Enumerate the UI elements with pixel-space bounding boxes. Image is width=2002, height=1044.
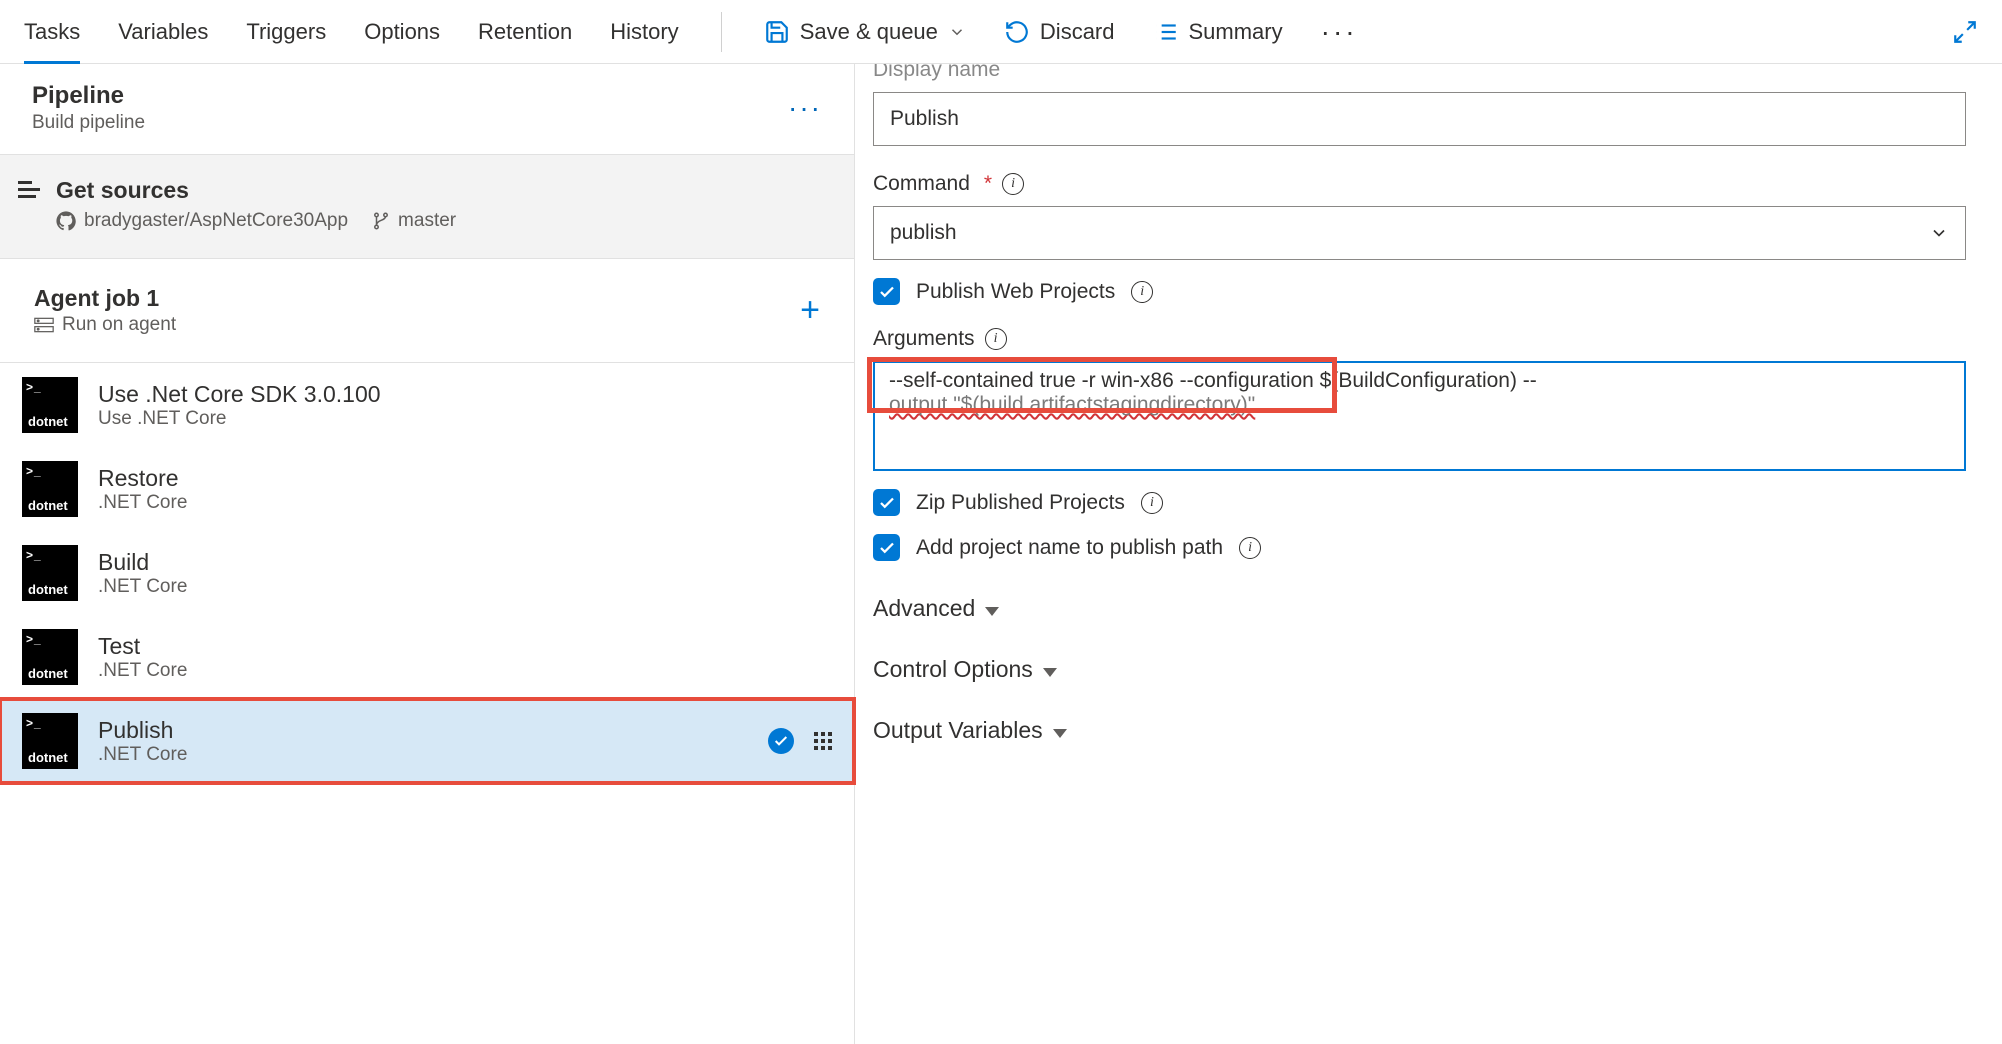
branch-icon bbox=[372, 212, 390, 230]
add-project-name-checkbox[interactable]: Add project name to publish path i bbox=[873, 534, 1966, 561]
checkbox-checked-icon bbox=[873, 489, 900, 516]
drag-handle-icon[interactable] bbox=[814, 732, 832, 750]
tab-options[interactable]: Options bbox=[364, 0, 440, 63]
pipeline-more-button[interactable]: ··· bbox=[788, 92, 822, 124]
task-name: Publish bbox=[98, 717, 748, 744]
pipeline-tree-panel: Pipeline Build pipeline ··· Get sources … bbox=[0, 64, 855, 1044]
agent-job-subtitle: Run on agent bbox=[62, 314, 176, 336]
add-name-label: Add project name to publish path bbox=[916, 536, 1223, 560]
command-select[interactable]: publish bbox=[873, 206, 1966, 260]
agent-job-row[interactable]: Agent job 1 Run on agent + bbox=[0, 259, 854, 363]
branch-name: master bbox=[398, 210, 456, 232]
agent-job-title: Agent job 1 bbox=[34, 285, 800, 312]
zip-published-checkbox[interactable]: Zip Published Projects i bbox=[873, 489, 1966, 516]
sources-icon bbox=[18, 181, 40, 198]
tab-triggers[interactable]: Triggers bbox=[246, 0, 326, 63]
task-row[interactable]: dotnet Test.NET Core bbox=[0, 615, 854, 699]
save-and-queue-button[interactable]: Save & queue bbox=[764, 19, 966, 45]
dotnet-icon: dotnet bbox=[22, 545, 78, 601]
discard-button[interactable]: Discard bbox=[1004, 19, 1115, 45]
chevron-down-icon bbox=[1053, 717, 1067, 744]
display-name-label-cut: Display name bbox=[873, 64, 1966, 82]
task-row[interactable]: dotnet Restore.NET Core bbox=[0, 447, 854, 531]
tab-retention[interactable]: Retention bbox=[478, 0, 572, 63]
checkbox-checked-icon bbox=[873, 278, 900, 305]
pipeline-title: Pipeline bbox=[32, 82, 788, 110]
discard-label: Discard bbox=[1040, 19, 1115, 45]
info-icon[interactable]: i bbox=[1141, 492, 1163, 514]
control-options-toggle[interactable]: Control Options bbox=[873, 656, 1966, 683]
arguments-text-1: --configuration $(BuildConfiguration) -- bbox=[1174, 369, 1537, 392]
save-icon bbox=[764, 19, 790, 45]
task-sub: .NET Core bbox=[98, 576, 832, 598]
task-name: Restore bbox=[98, 465, 832, 492]
save-label: Save & queue bbox=[800, 19, 938, 45]
status-ok-icon bbox=[768, 728, 794, 754]
dotnet-icon: dotnet bbox=[22, 461, 78, 517]
get-sources-title: Get sources bbox=[56, 177, 456, 204]
advanced-section-toggle[interactable]: Advanced bbox=[873, 595, 1966, 622]
output-variables-toggle[interactable]: Output Variables bbox=[873, 717, 1966, 744]
arguments-highlight-text: --self-contained true -r win-x86 bbox=[889, 369, 1174, 392]
advanced-label: Advanced bbox=[873, 595, 975, 622]
get-sources-row[interactable]: Get sources bradygaster/AspNetCore30App … bbox=[0, 155, 854, 259]
task-sub: Use .NET Core bbox=[98, 408, 832, 430]
undo-icon bbox=[1004, 19, 1030, 45]
tab-tasks[interactable]: Tasks bbox=[24, 0, 80, 63]
zip-label: Zip Published Projects bbox=[916, 491, 1125, 515]
control-options-label: Control Options bbox=[873, 656, 1033, 683]
top-tabs: Tasks Variables Triggers Options Retenti… bbox=[0, 0, 2002, 64]
arguments-label: Arguments bbox=[873, 327, 975, 351]
dotnet-icon: dotnet bbox=[22, 377, 78, 433]
task-row[interactable]: dotnet Build.NET Core bbox=[0, 531, 854, 615]
expand-icon bbox=[1952, 19, 1978, 45]
tab-variables[interactable]: Variables bbox=[118, 0, 208, 63]
pipeline-subtitle: Build pipeline bbox=[32, 112, 788, 134]
task-details-panel: Display name Publish Command* i publish … bbox=[855, 64, 2002, 1044]
task-row-selected[interactable]: dotnet Publish.NET Core bbox=[0, 699, 854, 783]
publish-web-projects-checkbox[interactable]: Publish Web Projects i bbox=[873, 278, 1966, 305]
required-marker: * bbox=[984, 172, 992, 196]
toolbar-divider bbox=[721, 12, 722, 52]
chevron-down-icon bbox=[1929, 223, 1949, 243]
dotnet-icon: dotnet bbox=[22, 713, 78, 769]
dotnet-icon: dotnet bbox=[22, 629, 78, 685]
task-name: Test bbox=[98, 633, 832, 660]
info-icon[interactable]: i bbox=[1131, 281, 1153, 303]
output-variables-label: Output Variables bbox=[873, 717, 1043, 744]
info-icon[interactable]: i bbox=[1002, 173, 1024, 195]
info-icon[interactable]: i bbox=[1239, 537, 1261, 559]
fullscreen-button[interactable] bbox=[1952, 19, 1978, 45]
command-value: publish bbox=[890, 221, 1929, 245]
pipeline-row[interactable]: Pipeline Build pipeline ··· bbox=[0, 64, 854, 155]
summary-button[interactable]: Summary bbox=[1153, 19, 1283, 45]
more-actions-button[interactable]: ··· bbox=[1321, 16, 1358, 48]
task-list: dotnet Use .Net Core SDK 3.0.100Use .NET… bbox=[0, 363, 854, 783]
tab-history[interactable]: History bbox=[610, 0, 678, 63]
task-sub: .NET Core bbox=[98, 660, 832, 682]
task-row[interactable]: dotnet Use .Net Core SDK 3.0.100Use .NET… bbox=[0, 363, 854, 447]
list-icon bbox=[1153, 19, 1179, 45]
repo-name: bradygaster/AspNetCore30App bbox=[84, 210, 348, 232]
github-icon bbox=[56, 211, 76, 231]
server-icon bbox=[34, 317, 54, 333]
command-label: Command bbox=[873, 172, 970, 196]
display-name-input[interactable]: Publish bbox=[873, 92, 1966, 146]
add-task-button[interactable]: + bbox=[800, 291, 820, 330]
task-sub: .NET Core bbox=[98, 744, 748, 766]
arguments-input[interactable]: --self-contained true -r win-x86 --confi… bbox=[873, 361, 1966, 471]
chevron-down-icon bbox=[985, 595, 999, 622]
info-icon[interactable]: i bbox=[985, 328, 1007, 350]
checkbox-checked-icon bbox=[873, 534, 900, 561]
chevron-down-icon bbox=[1043, 656, 1057, 683]
chevron-down-icon bbox=[948, 23, 966, 41]
publish-web-label: Publish Web Projects bbox=[916, 280, 1115, 304]
task-name: Build bbox=[98, 549, 832, 576]
summary-label: Summary bbox=[1189, 19, 1283, 45]
task-sub: .NET Core bbox=[98, 492, 832, 514]
task-name: Use .Net Core SDK 3.0.100 bbox=[98, 381, 832, 408]
arguments-text-2: output "$(build.artifactstagingdirectory… bbox=[889, 393, 1255, 416]
